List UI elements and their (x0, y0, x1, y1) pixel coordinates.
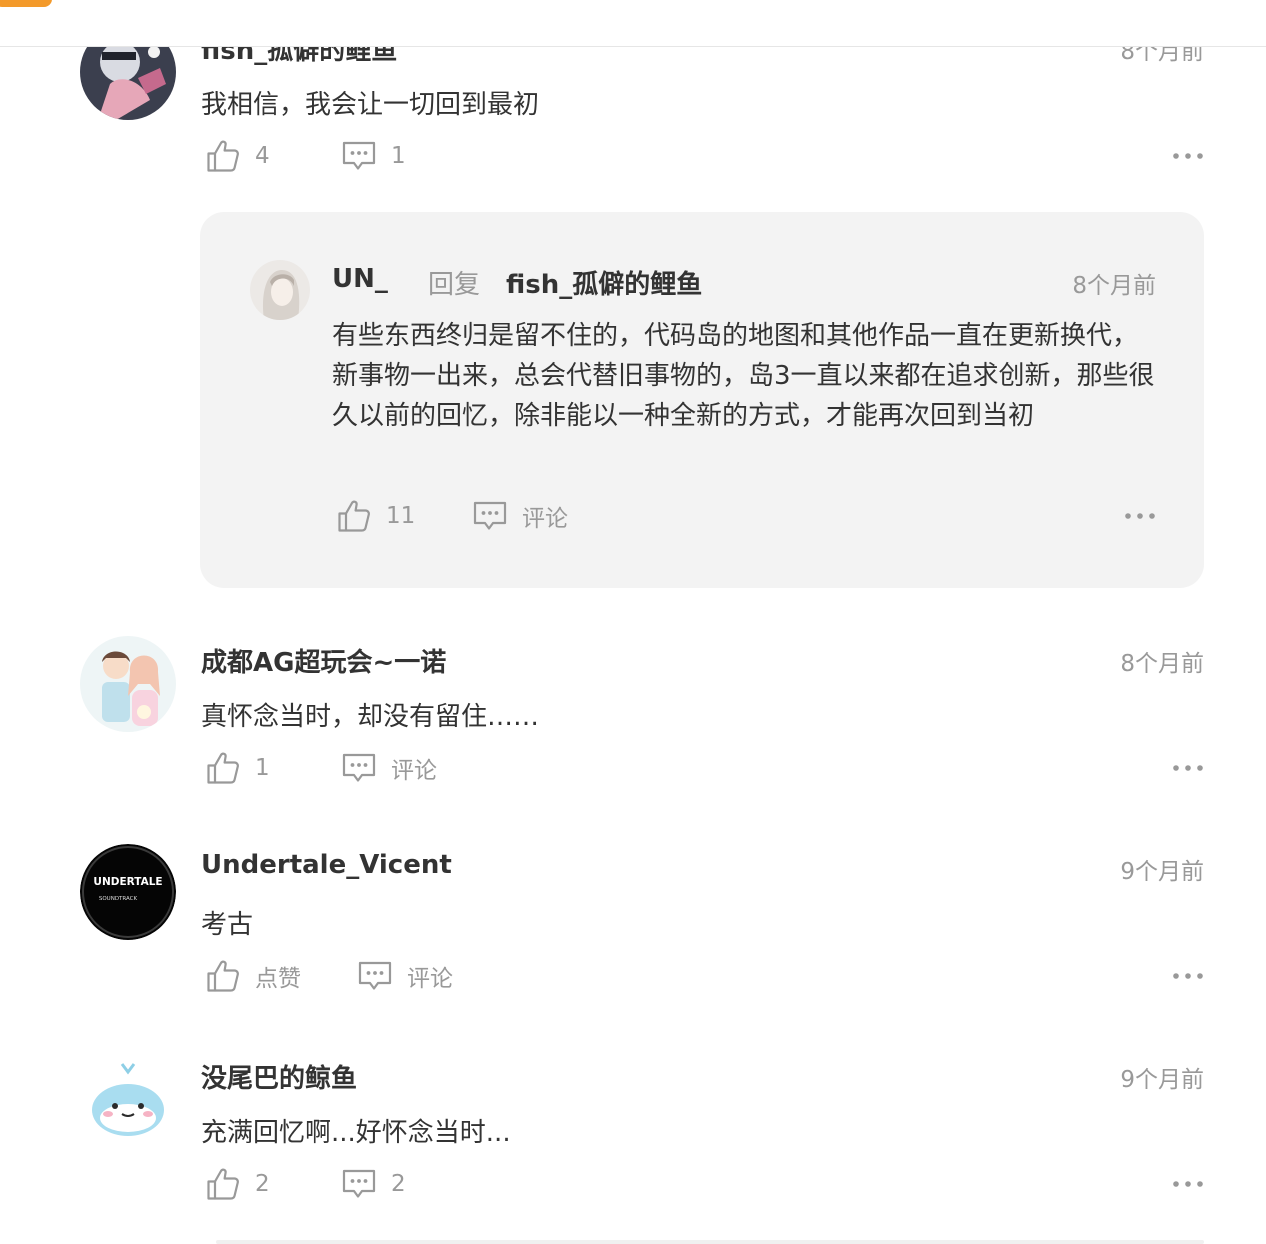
like-count: 11 (386, 503, 416, 529)
reply-time: 8个月前 (1072, 273, 1156, 299)
comment-button[interactable]: 评论 (357, 956, 453, 996)
comment-actions: 4 1 (201, 136, 1204, 176)
more-button[interactable] (1124, 504, 1156, 528)
comment-text: 充满回忆啊...好怀念当时... (201, 1118, 511, 1148)
reply-target[interactable]: fish_孤僻的鲤鱼 (506, 264, 702, 301)
avatar-logo-text: UNDERTALE (93, 876, 162, 888)
avatar[interactable] (80, 1052, 176, 1148)
comment-label: 评论 (407, 966, 453, 992)
more-dots-icon (1172, 1172, 1204, 1196)
like-button[interactable]: 1 (205, 748, 270, 788)
comment-bubble-icon (472, 498, 508, 534)
comment-text: 考古 (201, 910, 254, 940)
comment-label: 评论 (522, 506, 568, 532)
comment-bubble-icon (341, 750, 377, 786)
reply-actions: 11 评论 (332, 496, 1156, 536)
more-button[interactable] (1172, 144, 1204, 168)
comment-button[interactable]: 评论 (472, 496, 568, 536)
like-button[interactable]: 11 (336, 496, 415, 536)
comment-bubble-icon (357, 958, 393, 994)
more-dots-icon (1172, 964, 1204, 988)
thumbs-up-icon (205, 1166, 241, 1202)
comment-author[interactable]: 成都AG超玩会~一诺 (201, 642, 446, 679)
more-dots-icon (1172, 144, 1204, 168)
like-button[interactable]: 2 (205, 1164, 270, 1204)
more-button[interactable] (1172, 1172, 1204, 1196)
reply-thread: UN_ 回复 fish_孤僻的鲤鱼 8个月前 有些东西终归是留不住的，代码岛的地… (200, 212, 1204, 588)
comment-label: 评论 (391, 758, 437, 784)
comment-bubble-icon (341, 1166, 377, 1202)
comment-actions: 2 2 (201, 1164, 1204, 1204)
comment-count: 1 (391, 143, 406, 169)
comment-count: 2 (391, 1171, 406, 1197)
more-dots-icon (1172, 756, 1204, 780)
like-button[interactable]: 4 (205, 136, 270, 176)
next-reply-box-edge (216, 1240, 1204, 1244)
reply-avatar[interactable] (250, 260, 310, 320)
comment-time: 8个月前 (1120, 651, 1204, 677)
comment-actions: 点赞 评论 (201, 956, 1204, 996)
top-bar (0, 0, 1266, 47)
comment-time: 9个月前 (1120, 859, 1204, 885)
more-button[interactable] (1172, 756, 1204, 780)
avatar[interactable]: UNDERTALE SOUNDTRACK (80, 844, 176, 940)
thumbs-up-icon (205, 958, 241, 994)
like-label: 点赞 (255, 966, 301, 992)
like-button[interactable]: 点赞 (205, 956, 301, 996)
like-count: 1 (255, 755, 270, 781)
like-count: 4 (255, 143, 270, 169)
comment-text: 我相信，我会让一切回到最初 (201, 90, 540, 120)
comment-actions: 1 评论 (201, 748, 1204, 788)
comment-author[interactable]: Undertale_Vicent (201, 850, 452, 880)
orange-badge (0, 0, 52, 7)
thumbs-up-icon (205, 138, 241, 174)
comment-time: 9个月前 (1120, 1067, 1204, 1093)
reply-text: 有些东西终归是留不住的，代码岛的地图和其他作品一直在更新换代，新事物一出来，总会… (332, 321, 1155, 431)
comment-text: 真怀念当时，却没有留住…… (201, 702, 540, 732)
thumbs-up-icon (336, 498, 372, 534)
more-dots-icon (1124, 504, 1156, 528)
avatar-logo-subtext: SOUNDTRACK (99, 896, 138, 902)
comment-button[interactable]: 2 (341, 1164, 406, 1204)
comment-bubble-icon (341, 138, 377, 174)
comment-author[interactable]: 没尾巴的鲸鱼 (201, 1058, 357, 1095)
avatar[interactable] (80, 636, 176, 732)
reply-verb: 回复 (428, 270, 481, 300)
more-button[interactable] (1172, 964, 1204, 988)
thumbs-up-icon (205, 750, 241, 786)
reply-author[interactable]: UN_ (332, 264, 388, 294)
comment-button[interactable]: 1 (341, 136, 406, 176)
like-count: 2 (255, 1171, 270, 1197)
comment-button[interactable]: 评论 (341, 748, 437, 788)
